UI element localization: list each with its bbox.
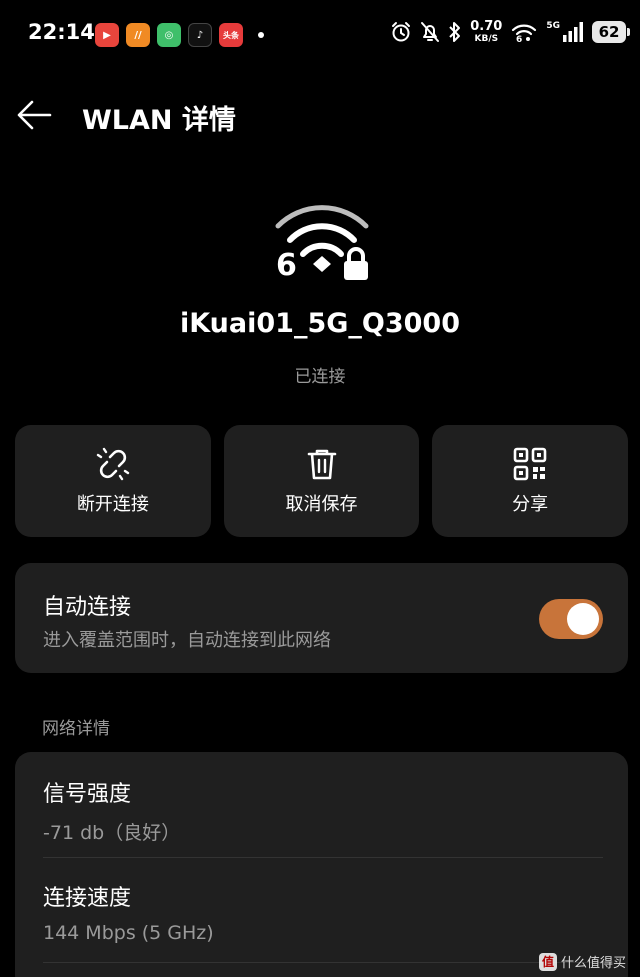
network-type-label: 5G (546, 21, 560, 31)
wifi-status-icon: 6 (512, 24, 537, 43)
forget-network-button[interactable]: 取消保存 (223, 425, 420, 537)
divider (43, 962, 603, 963)
signal-icon (563, 22, 583, 42)
unlink-icon (96, 447, 130, 481)
battery-level: 62 (598, 23, 620, 41)
network-speed-unit: KB/S (474, 34, 499, 44)
toggle-knob (567, 603, 599, 635)
video-app-icon: ▶ (95, 23, 119, 47)
network-ssid: iKuai01_5G_Q3000 (179, 308, 461, 339)
page-title: WLAN 详情 (82, 105, 236, 136)
auto-connect-toggle[interactable] (539, 599, 603, 639)
auto-connect-title: 自动连接 (43, 595, 132, 620)
wifi-hero: 6 (272, 204, 372, 284)
orange-app-icon: // (126, 23, 150, 47)
forget-network-label: 取消保存 (285, 494, 358, 515)
network-details-section-title: 网络详情 (42, 719, 110, 739)
notification-icons: ▶ // ◎ ♪ 头条 (95, 23, 264, 47)
green-app-icon: ◎ (157, 23, 181, 47)
more-notifications-dot (258, 32, 264, 38)
share-label: 分享 (512, 494, 549, 515)
wifi-generation-label: 6 (276, 248, 297, 283)
arrow-left-icon (17, 100, 52, 130)
share-button[interactable]: 分享 (432, 425, 629, 537)
signal-strength-row: 信号强度 -71 db（良好） (43, 776, 603, 845)
link-speed-value: 144 Mbps (5 GHz) (43, 922, 214, 944)
alarm-icon (392, 22, 411, 42)
bluetooth-icon (449, 22, 461, 42)
connection-status: 已连接 (294, 367, 346, 387)
page-header: WLAN 详情 (0, 84, 640, 146)
signal-strength-value: -71 db（良好） (43, 822, 181, 844)
divider (43, 857, 603, 858)
status-bar: 22:14 ▶ // ◎ ♪ 头条 0.70 KB/S 6 5G 62 (0, 0, 640, 70)
action-cards: 断开连接 取消保存 分享 (15, 425, 629, 537)
svg-text:6: 6 (516, 35, 522, 43)
signal-strength-label: 信号强度 (43, 782, 132, 807)
network-details-card: 信号强度 -71 db（良好） 连接速度 144 Mbps (5 GHz) (15, 752, 628, 977)
status-time: 22:14 (28, 20, 95, 44)
disconnect-label: 断开连接 (76, 494, 149, 515)
toutiao-app-icon: 头条 (219, 23, 243, 47)
watermark-badge: 值 (538, 952, 557, 971)
disconnect-button[interactable]: 断开连接 (15, 425, 211, 537)
watermark-text: 什么值得买 (560, 956, 626, 971)
link-speed-row: 连接速度 144 Mbps (5 GHz) (43, 880, 603, 944)
link-speed-label: 连接速度 (43, 886, 132, 911)
auto-connect-card: 自动连接 进入覆盖范围时，自动连接到此网络 (15, 563, 628, 673)
tiktok-app-icon: ♪ (188, 23, 212, 47)
trash-icon (307, 449, 336, 480)
mute-icon (421, 22, 440, 42)
battery-indicator: 62 (592, 21, 630, 43)
auto-connect-description: 进入覆盖范围时，自动连接到此网络 (43, 630, 331, 651)
network-speed-value: 0.70 (470, 19, 503, 34)
back-button[interactable] (16, 98, 54, 132)
network-speed: 0.70 KB/S (470, 19, 503, 45)
qr-code-icon (513, 447, 547, 481)
watermark: 值 什么值得买 (538, 952, 626, 971)
status-indicators: 0.70 KB/S 6 5G 62 (390, 19, 630, 45)
